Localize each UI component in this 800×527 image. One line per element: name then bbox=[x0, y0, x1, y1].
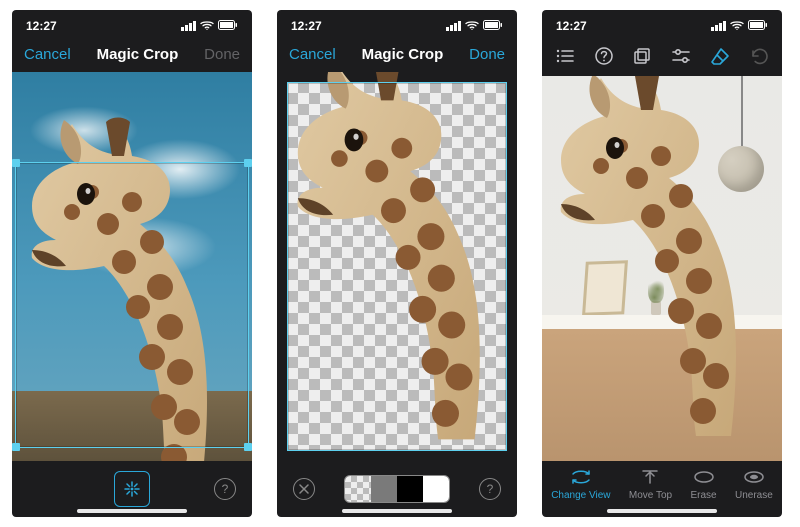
home-indicator bbox=[77, 509, 187, 513]
battery-icon bbox=[483, 19, 503, 33]
status-right bbox=[181, 19, 238, 33]
battery-icon bbox=[218, 19, 238, 33]
background-swatch-group bbox=[344, 475, 450, 503]
wifi-icon bbox=[200, 19, 214, 33]
top-toolbar bbox=[542, 36, 782, 76]
status-bar: 12:27 bbox=[277, 16, 517, 36]
swatch-gray[interactable] bbox=[371, 476, 397, 502]
swatch-black[interactable] bbox=[397, 476, 423, 502]
layers-icon[interactable] bbox=[632, 45, 654, 67]
status-bar: 12:27 bbox=[12, 16, 252, 36]
help-icon[interactable]: ? bbox=[214, 478, 236, 500]
signal-icon bbox=[446, 21, 461, 31]
help-icon[interactable]: ? bbox=[479, 478, 501, 500]
tab-change-view[interactable]: Change View bbox=[551, 468, 610, 501]
phone-screen-crop-result: 12:27 Cancel Magic Crop Done bbox=[277, 10, 517, 517]
crop-handle-br[interactable] bbox=[244, 443, 252, 451]
status-time: 12:27 bbox=[556, 19, 587, 33]
home-indicator bbox=[607, 509, 717, 513]
change-view-icon bbox=[570, 468, 592, 486]
wifi-icon bbox=[465, 19, 479, 33]
phone-screen-composite: 12:27 bbox=[542, 10, 782, 517]
eraser-icon[interactable] bbox=[709, 45, 731, 67]
phone-screen-crop-select: 12:27 Cancel Magic Crop Done bbox=[12, 10, 252, 517]
nav-bar: Cancel Magic Crop Done bbox=[12, 36, 252, 72]
tab-erase[interactable]: Erase bbox=[690, 468, 716, 501]
crop-handle-bl[interactable] bbox=[12, 443, 20, 451]
tab-label: Change View bbox=[551, 490, 610, 501]
cutout-subject-giraffe bbox=[277, 72, 517, 461]
crop-handle-tl[interactable] bbox=[12, 159, 20, 167]
tab-move-top[interactable]: Move Top bbox=[629, 468, 672, 501]
done-button: Done bbox=[204, 46, 240, 63]
status-bar: 12:27 bbox=[542, 16, 782, 36]
nav-title: Magic Crop bbox=[97, 46, 179, 63]
tab-label: Move Top bbox=[629, 490, 672, 501]
status-right bbox=[446, 19, 503, 33]
composited-giraffe-layer[interactable] bbox=[542, 76, 782, 436]
crop-selection-rect[interactable] bbox=[15, 162, 249, 448]
tab-label: Erase bbox=[690, 490, 716, 501]
magic-crop-tool-icon[interactable] bbox=[114, 471, 150, 507]
home-indicator bbox=[342, 509, 452, 513]
nav-bar: Cancel Magic Crop Done bbox=[277, 36, 517, 72]
help-icon[interactable] bbox=[593, 45, 615, 67]
erase-icon bbox=[693, 468, 715, 486]
signal-icon bbox=[711, 21, 726, 31]
sliders-icon[interactable] bbox=[670, 45, 692, 67]
swatch-transparent[interactable] bbox=[345, 476, 371, 502]
tab-label: Unerase bbox=[735, 490, 773, 501]
status-time: 12:27 bbox=[291, 19, 322, 33]
crop-handle-tr[interactable] bbox=[244, 159, 252, 167]
composite-canvas[interactable] bbox=[542, 76, 782, 461]
list-icon[interactable] bbox=[554, 45, 576, 67]
image-canvas[interactable] bbox=[277, 72, 517, 461]
battery-icon bbox=[748, 19, 768, 33]
wifi-icon bbox=[730, 19, 744, 33]
status-right bbox=[711, 19, 768, 33]
cancel-button[interactable]: Cancel bbox=[289, 46, 336, 63]
done-button[interactable]: Done bbox=[469, 46, 505, 63]
swatch-white[interactable] bbox=[423, 476, 449, 502]
tab-unerase[interactable]: Unerase bbox=[735, 468, 773, 501]
signal-icon bbox=[181, 21, 196, 31]
status-time: 12:27 bbox=[26, 19, 57, 33]
cancel-button[interactable]: Cancel bbox=[24, 46, 71, 63]
nav-title: Magic Crop bbox=[362, 46, 444, 63]
image-canvas[interactable] bbox=[12, 72, 252, 461]
unerase-icon bbox=[743, 468, 765, 486]
close-icon[interactable] bbox=[293, 478, 315, 500]
move-top-icon bbox=[639, 468, 661, 486]
undo-icon[interactable] bbox=[748, 45, 770, 67]
